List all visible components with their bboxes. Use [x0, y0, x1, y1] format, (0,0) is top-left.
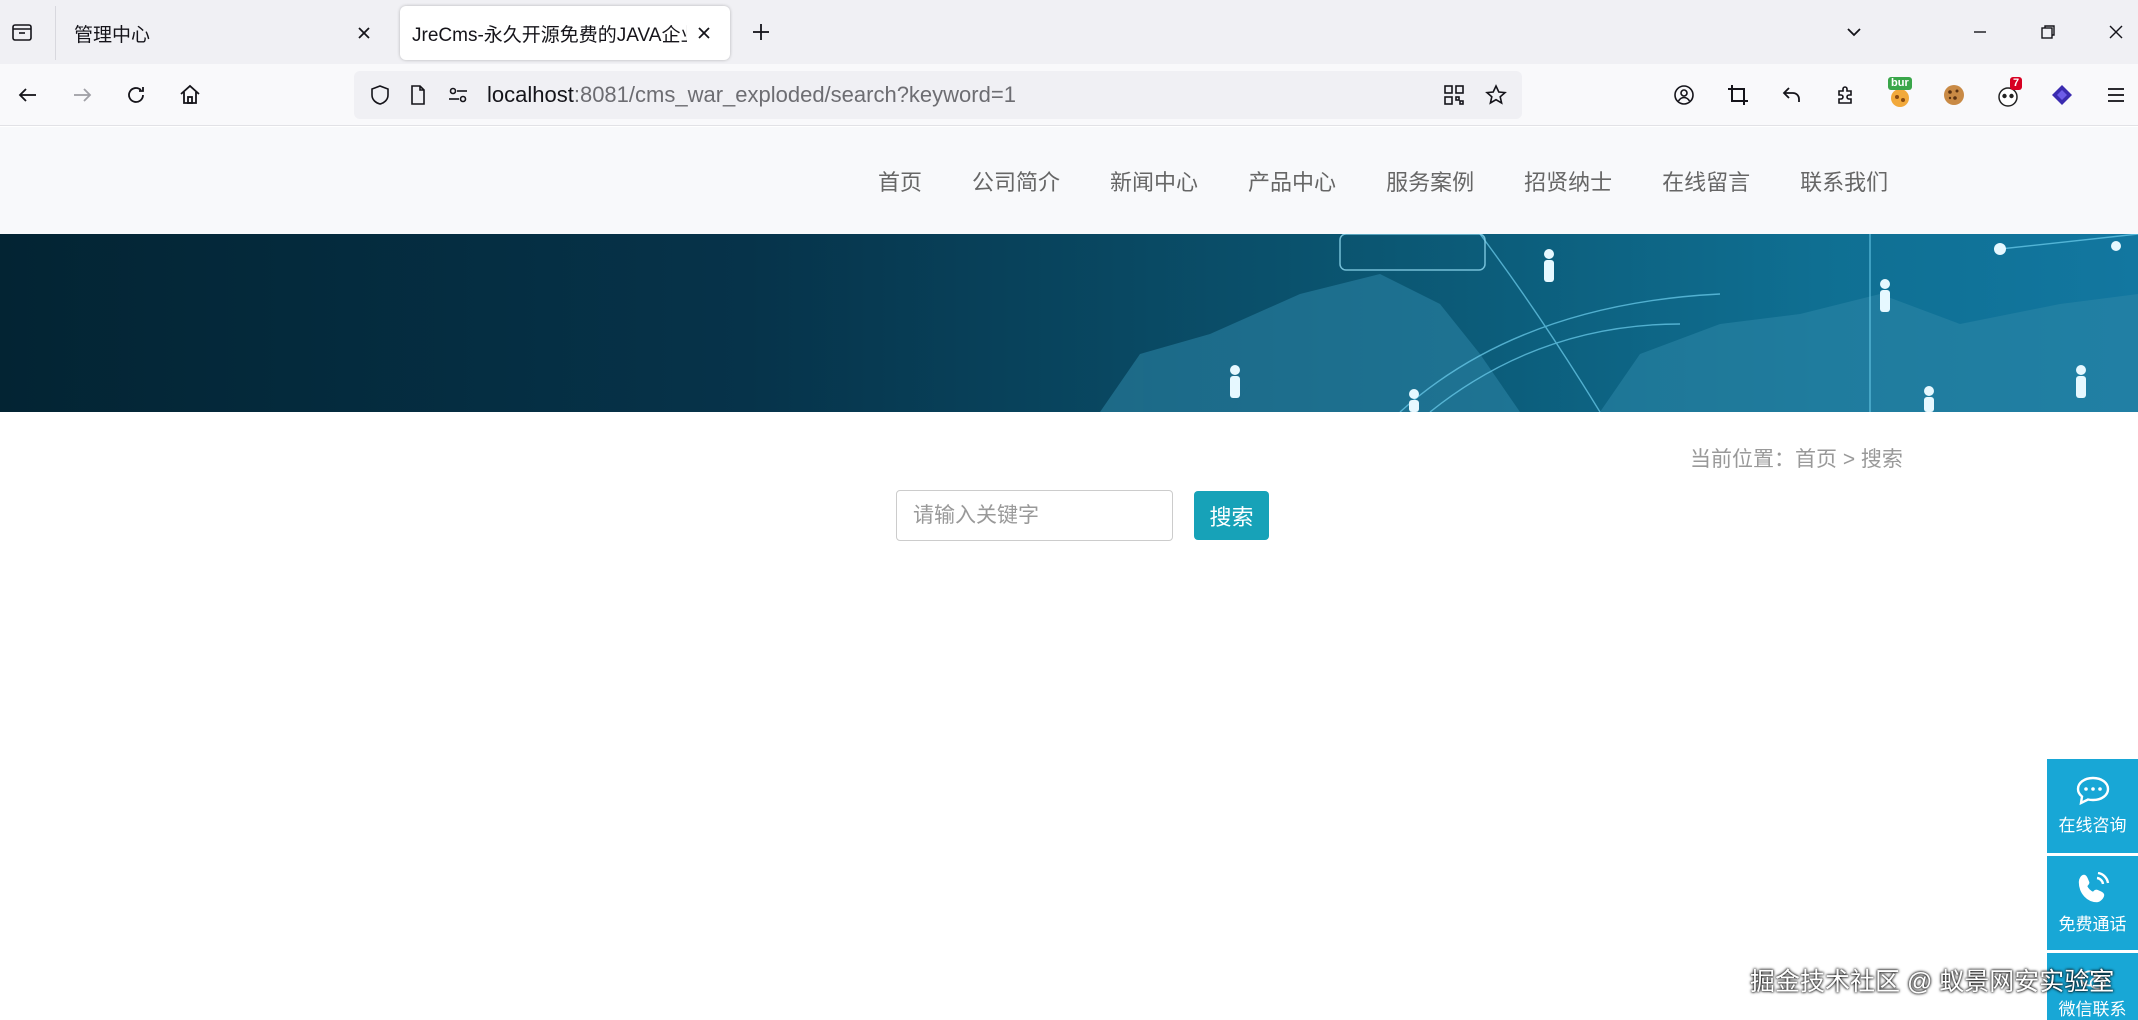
nav-link-online-message[interactable]: 在线留言 — [1662, 165, 1750, 197]
minimize-button[interactable] — [1962, 14, 1998, 50]
tab-title: 管理中心 — [74, 24, 151, 46]
search-button[interactable]: 搜索 — [1194, 491, 1269, 540]
tab-close-button[interactable] — [692, 21, 716, 45]
side-button-label: 微信联系 — [2058, 1000, 2127, 1019]
shield-icon[interactable] — [366, 81, 394, 109]
list-all-tabs-button[interactable] — [1836, 14, 1872, 50]
home-button[interactable] — [172, 77, 208, 113]
hamburger-menu-icon — [2108, 88, 2124, 102]
permissions-icon[interactable] — [444, 81, 472, 109]
tab-manager-button[interactable] — [0, 0, 44, 64]
arrow-left-icon — [18, 88, 36, 102]
side-button-label: 免费通话 — [2058, 915, 2127, 934]
nav-link-contact-us[interactable]: 联系我们 — [1800, 165, 1888, 197]
side-button-label: 在线咨询 — [2058, 816, 2127, 835]
tab-admin-center[interactable]: 管理中心 — [55, 6, 390, 60]
close-window-button[interactable] — [2098, 14, 2134, 50]
tab-title: JreCms-永久开源免费的JAVA企业网 — [412, 24, 687, 46]
plus-icon — [753, 24, 769, 40]
url-host: localhost — [487, 82, 574, 107]
search-input[interactable] — [896, 490, 1173, 541]
chat-bubble-icon — [2076, 776, 2109, 806]
main-navigation: 首页 公司简介 新闻中心 产品中心 服务案例 招贤纳士 在线留言 联系我们 — [878, 127, 1938, 234]
site-header: 首页 公司简介 新闻中心 产品中心 服务案例 招贤纳士 在线留言 联系我们 — [0, 127, 2138, 234]
phone-icon — [2078, 872, 2109, 903]
account-button[interactable] — [1666, 77, 1702, 113]
home-icon — [180, 84, 200, 104]
menu-button[interactable] — [2098, 77, 2134, 113]
nav-link-news-center[interactable]: 新闻中心 — [1110, 165, 1198, 197]
minimize-icon — [1974, 31, 1986, 33]
reload-icon — [128, 87, 144, 103]
burp-extension-button[interactable]: bur — [1882, 77, 1918, 113]
close-icon — [698, 27, 710, 39]
nav-link-service-cases[interactable]: 服务案例 — [1386, 165, 1474, 197]
nav-link-product-center[interactable]: 产品中心 — [1248, 165, 1336, 197]
back-button[interactable] — [10, 77, 46, 113]
breadcrumb: 当前位置：首页 > 搜索 — [1690, 448, 1903, 471]
arrow-right-icon — [74, 88, 92, 102]
cookie-extension-button[interactable] — [1936, 77, 1972, 113]
puzzle-icon — [1838, 86, 1852, 104]
close-icon — [358, 27, 370, 39]
tab-jrecms[interactable]: JreCms-永久开源免费的JAVA企业网 — [400, 6, 730, 60]
undo-button[interactable] — [1774, 77, 1810, 113]
restore-button[interactable] — [2030, 14, 2066, 50]
nav-link-company-profile[interactable]: 公司简介 — [972, 165, 1060, 197]
online-consult-button[interactable]: 在线咨询 — [2047, 759, 2138, 853]
undo-arrow-icon — [1782, 87, 1800, 102]
nav-link-recruitment[interactable]: 招贤纳士 — [1524, 165, 1612, 197]
watermark-text: 掘金技术社区 @ 蚁景网安实验室 — [1750, 968, 2115, 996]
hero-banner — [0, 234, 2138, 412]
browser-tab-bar: 管理中心 JreCms-永久开源免费的JAVA企业网 — [0, 0, 2138, 64]
notification-count-badge: 7 — [2010, 77, 2023, 90]
notification-extension-button[interactable]: 7 — [1990, 77, 2026, 113]
account-icon — [1674, 85, 1694, 105]
new-tab-button[interactable] — [745, 16, 777, 48]
nav-link-home[interactable]: 首页 — [878, 165, 922, 197]
reload-button[interactable] — [118, 77, 154, 113]
forward-button[interactable] — [64, 77, 100, 113]
tab-close-button[interactable] — [352, 21, 376, 45]
cookie-icon — [1944, 85, 1964, 105]
extensions-button[interactable] — [1828, 77, 1864, 113]
free-call-button[interactable]: 免费通话 — [2047, 856, 2138, 950]
bookmark-star-icon[interactable] — [1482, 81, 1510, 109]
layers-icon — [2052, 85, 2072, 105]
crop-icon — [1728, 85, 1748, 105]
qr-code-icon[interactable] — [1440, 81, 1468, 109]
chevron-down-icon — [1847, 28, 1861, 37]
restore-icon — [2041, 25, 2055, 39]
layers-extension-button[interactable] — [2044, 77, 2080, 113]
page-info-icon[interactable] — [404, 81, 432, 109]
address-bar[interactable]: localhost:8081/cms_war_exploded/search?k… — [354, 71, 1522, 119]
url-text[interactable]: localhost:8081/cms_war_exploded/search?k… — [487, 82, 1016, 108]
world-network-illustration — [1100, 234, 2138, 412]
burp-badge: bur — [1888, 77, 1912, 90]
close-icon — [2109, 25, 2123, 39]
tab-list-icon — [12, 24, 32, 41]
screenshot-button[interactable] — [1720, 77, 1756, 113]
url-path: :8081/cms_war_exploded/search?keyword=1 — [573, 82, 1016, 107]
browser-navigation-bar: localhost:8081/cms_war_exploded/search?k… — [0, 64, 2138, 126]
